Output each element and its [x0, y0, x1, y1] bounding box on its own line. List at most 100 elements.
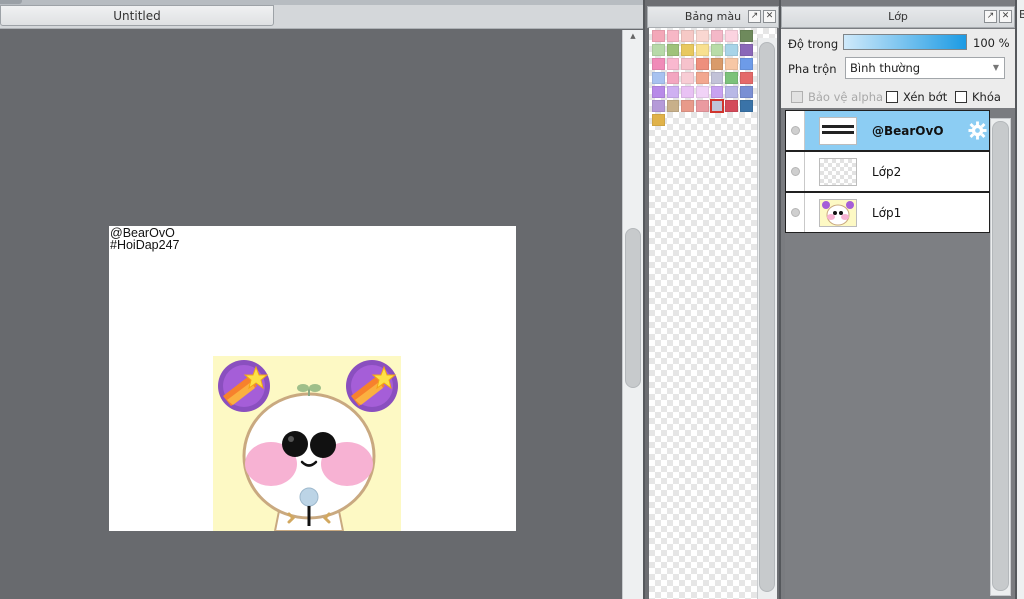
- layer-list: @BearOvO Lớp2 Lớp1: [785, 110, 990, 599]
- visibility-dot-icon: [791, 167, 800, 176]
- layer-list-scrollbar[interactable]: [990, 118, 1011, 596]
- color-swatch[interactable]: [740, 86, 753, 98]
- palette-scroll-thumb[interactable]: [759, 42, 775, 592]
- layer-scroll-thumb[interactable]: [992, 121, 1009, 591]
- color-swatch[interactable]: [710, 30, 724, 42]
- scroll-up-arrow-icon[interactable]: ▲: [623, 30, 643, 42]
- layer-name: Lớp2: [872, 165, 902, 179]
- color-swatch[interactable]: [666, 30, 680, 42]
- color-swatch[interactable]: [652, 114, 665, 126]
- layer-thumbnail: [819, 117, 857, 145]
- color-swatch[interactable]: [725, 100, 739, 112]
- color-swatch[interactable]: [740, 44, 753, 56]
- color-swatch[interactable]: [709, 99, 725, 113]
- color-swatch[interactable]: [681, 72, 695, 84]
- lock-label: Khóa: [972, 90, 1001, 104]
- right-panel-edge: B: [1015, 0, 1024, 599]
- checkbox-box: [955, 91, 967, 103]
- layer-row-bearovo[interactable]: @BearOvO: [785, 110, 990, 151]
- color-swatch[interactable]: [681, 44, 695, 56]
- blend-mode-select[interactable]: Bình thường ▼: [845, 57, 1005, 79]
- palette-body: [649, 28, 777, 599]
- color-swatch[interactable]: [725, 58, 739, 70]
- color-swatch[interactable]: [696, 72, 709, 84]
- color-swatch[interactable]: [652, 30, 665, 42]
- right-panel-title: B: [1019, 8, 1024, 21]
- document-tab[interactable]: Untitled: [0, 5, 274, 26]
- layer-properties: Độ trong 100 % Pha trộn Bình thường ▼ Bả…: [781, 29, 1015, 108]
- credit-line-2: #HoiDap247: [110, 238, 180, 252]
- color-swatch[interactable]: [666, 44, 680, 56]
- color-swatch[interactable]: [740, 100, 753, 112]
- color-swatch[interactable]: [666, 72, 680, 84]
- blend-mode-value: Bình thường: [850, 61, 921, 75]
- layer-panel-header: Lớp ↗ ✕: [781, 6, 1015, 28]
- opacity-label: Độ trong: [788, 37, 839, 51]
- color-swatch[interactable]: [725, 44, 739, 56]
- opacity-slider[interactable]: [843, 34, 967, 50]
- layer-panel-title: Lớp: [888, 10, 908, 23]
- layer-name: Lớp1: [872, 206, 902, 220]
- color-swatch[interactable]: [696, 30, 709, 42]
- close-icon[interactable]: ✕: [999, 10, 1012, 23]
- color-swatch[interactable]: [652, 44, 665, 56]
- document-tab-bar: Untitled: [0, 5, 643, 29]
- color-swatch[interactable]: [681, 86, 695, 98]
- opacity-value: 100 %: [973, 36, 1010, 50]
- visibility-dot-icon: [791, 208, 800, 217]
- protect-alpha-checkbox[interactable]: Bảo vệ alpha: [791, 90, 883, 104]
- layer-thumbnail: [819, 158, 857, 186]
- color-swatch[interactable]: [710, 58, 724, 70]
- palette-scrollbar[interactable]: [757, 38, 777, 599]
- color-swatch[interactable]: [725, 86, 739, 98]
- clipping-checkbox[interactable]: Xén bớt: [886, 90, 947, 104]
- layer-row-lop2[interactable]: Lớp2: [785, 151, 990, 192]
- color-swatch[interactable]: [652, 72, 665, 84]
- chevron-down-icon: ▼: [992, 63, 999, 72]
- color-swatch[interactable]: [696, 58, 709, 70]
- color-swatch[interactable]: [652, 86, 665, 98]
- detach-icon[interactable]: ↗: [748, 10, 761, 23]
- color-swatch[interactable]: [740, 30, 753, 42]
- gear-icon[interactable]: [968, 121, 987, 140]
- color-swatch[interactable]: [666, 86, 680, 98]
- color-swatch[interactable]: [725, 30, 739, 42]
- canvas-scroll-thumb[interactable]: [625, 228, 641, 388]
- color-swatch[interactable]: [740, 58, 753, 70]
- color-swatch[interactable]: [710, 44, 724, 56]
- layer-panel: Lớp ↗ ✕ Độ trong 100 % Pha trộn Bình thư…: [779, 0, 1015, 599]
- color-swatch[interactable]: [681, 100, 695, 112]
- layer-name: @BearOvO: [872, 124, 944, 138]
- color-swatch[interactable]: [652, 100, 665, 112]
- color-swatch[interactable]: [725, 72, 739, 84]
- color-swatch[interactable]: [681, 58, 695, 70]
- detach-icon[interactable]: ↗: [984, 10, 997, 23]
- color-swatch[interactable]: [710, 72, 724, 84]
- text-layer-preview-icon: [822, 125, 854, 134]
- color-swatch[interactable]: [666, 58, 680, 70]
- drawing-paper[interactable]: @BearOvO #HoiDap247: [109, 226, 516, 531]
- color-swatch[interactable]: [666, 100, 680, 112]
- canvas-area[interactable]: Untitled @BearOvO #HoiDap247 ▲: [0, 0, 643, 599]
- palette-panel-title: Bảng màu: [684, 10, 742, 23]
- canvas-vertical-scrollbar[interactable]: ▲: [622, 30, 643, 599]
- swatch-grid: [652, 30, 756, 126]
- layer-thumbnail: [819, 199, 857, 227]
- layer-visibility-toggle[interactable]: [786, 152, 805, 191]
- layer-row-lop1[interactable]: Lớp1: [785, 192, 990, 233]
- layer-visibility-toggle[interactable]: [786, 193, 805, 232]
- color-swatch[interactable]: [696, 44, 709, 56]
- layer-visibility-toggle[interactable]: [786, 111, 805, 150]
- tab-cap: [0, 0, 22, 4]
- close-icon[interactable]: ✕: [763, 10, 776, 23]
- palette-panel-header: Bảng màu ↗ ✕: [647, 6, 779, 28]
- color-swatch[interactable]: [696, 86, 709, 98]
- visibility-dot-icon: [791, 126, 800, 135]
- color-swatch[interactable]: [740, 72, 753, 84]
- lock-checkbox[interactable]: Khóa: [955, 90, 1001, 104]
- protect-alpha-label: Bảo vệ alpha: [808, 90, 884, 104]
- color-swatch[interactable]: [652, 58, 665, 70]
- color-swatch[interactable]: [681, 30, 695, 42]
- color-swatch[interactable]: [696, 100, 709, 112]
- color-swatch[interactable]: [710, 86, 724, 98]
